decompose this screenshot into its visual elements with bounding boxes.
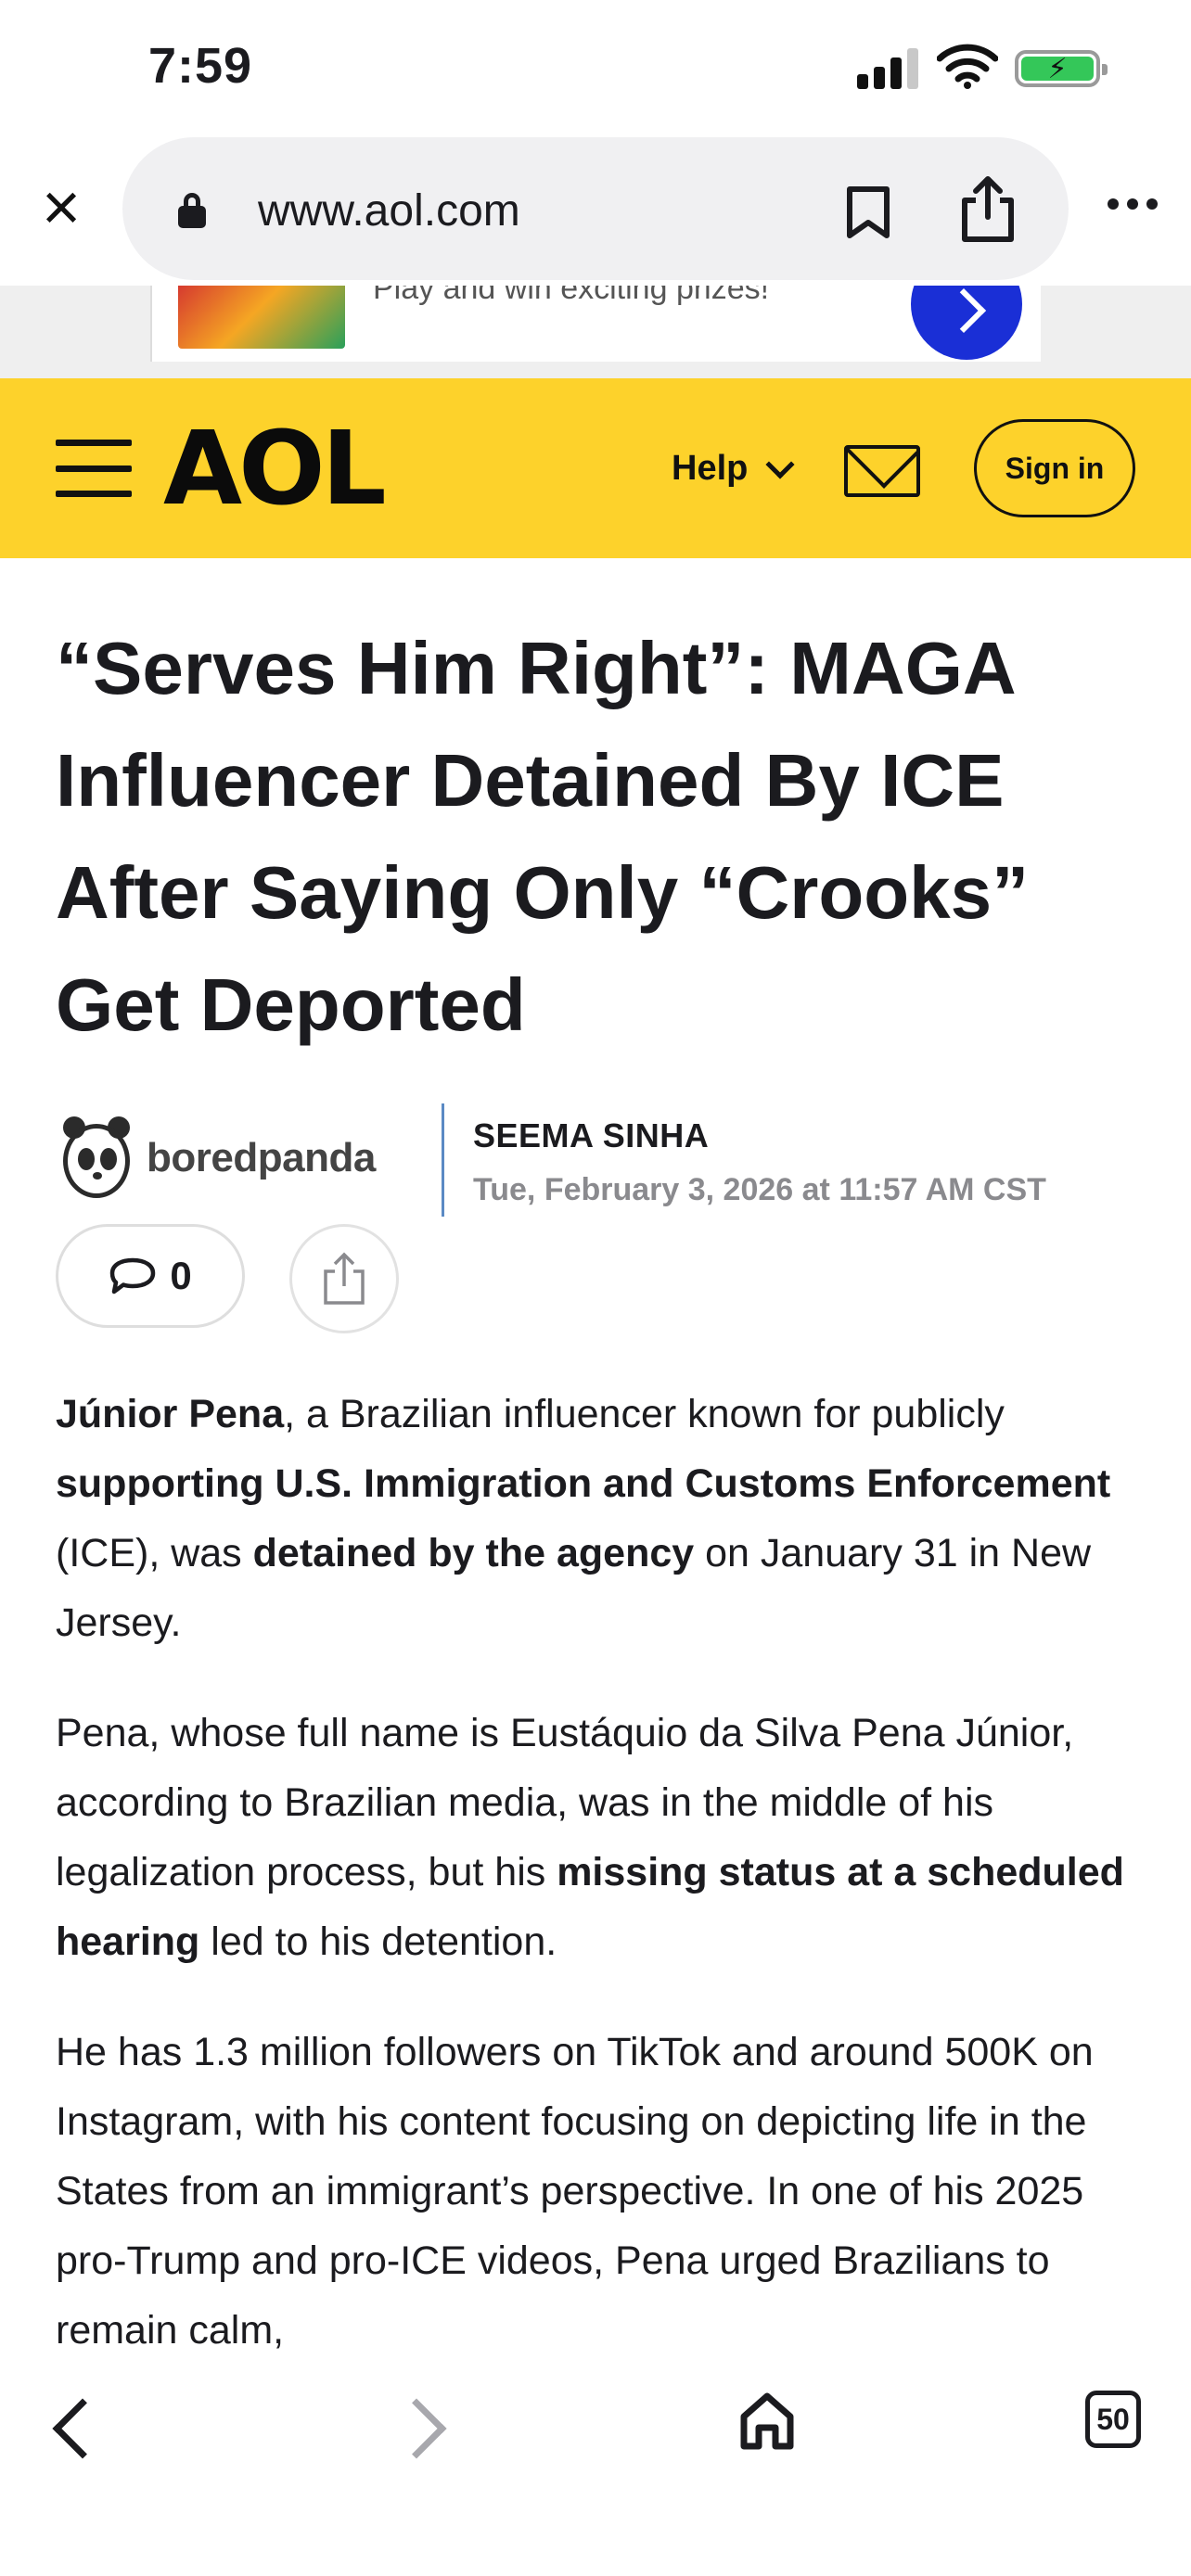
url-text[interactable]: www.aol.com	[258, 185, 520, 236]
chevron-down-icon[interactable]	[765, 450, 795, 479]
article-share-button[interactable]	[289, 1224, 399, 1333]
address-bar[interactable]: www.aol.com	[122, 137, 1069, 280]
status-time: 7:59	[148, 38, 253, 94]
article-headline: “Serves Him Right”: MAGA Influencer Deta…	[56, 627, 1030, 1046]
article-paragraph: Júnior Pena, a Brazilian influencer know…	[56, 1380, 1141, 1658]
ad-thumbnail[interactable]	[178, 286, 345, 349]
cellular-signal-icon	[857, 48, 922, 89]
text-run: He has 1.3 million followers on TikTok a…	[56, 2030, 1094, 2353]
battery-charging-icon: ⚡	[1015, 50, 1108, 87]
lock-icon	[178, 193, 206, 228]
wifi-icon	[937, 44, 998, 89]
author-name[interactable]: SEEMA SINHA	[473, 1116, 709, 1155]
help-menu-label[interactable]: Help	[672, 449, 748, 489]
share-icon	[324, 1252, 365, 1305]
panda-icon	[61, 1116, 132, 1198]
more-options-button[interactable]	[1100, 185, 1165, 223]
close-button[interactable]: ×	[32, 174, 91, 241]
text-run: led to his detention.	[199, 1919, 557, 1964]
ad-arrow-button[interactable]	[911, 286, 1022, 360]
text-run: , a Brazilian influencer known for publi…	[284, 1392, 1005, 1436]
comments-button[interactable]: 0	[56, 1224, 245, 1328]
home-icon[interactable]	[738, 2391, 796, 2452]
publish-date: Tue, February 3, 2026 at 11:57 AM CST	[473, 1172, 1046, 1207]
bookmark-icon[interactable]	[844, 185, 892, 239]
source-logo[interactable]: boredpanda	[61, 1113, 386, 1202]
tabs-count-button[interactable]: 50	[1085, 2391, 1141, 2448]
byline-divider	[442, 1103, 444, 1217]
browser-bottom-nav: 50	[0, 2355, 1191, 2576]
bold-text-run: Júnior Pena	[56, 1392, 285, 1436]
bold-text-run: detained by the agency	[252, 1531, 695, 1575]
comment-count: 0	[170, 1254, 192, 1297]
back-arrow-icon[interactable]	[52, 2398, 113, 2459]
text-run: (ICE), was	[56, 1531, 253, 1575]
browser-toolbar: × www.aol.com	[0, 130, 1191, 286]
article-paragraph: Pena, whose full name is Eustáquio da Si…	[56, 1699, 1141, 1977]
ad-container[interactable]: Play and win exciting prizes!	[150, 286, 1041, 362]
sign-in-button[interactable]: Sign in	[974, 419, 1135, 517]
aol-logo[interactable]: AOL	[163, 417, 387, 519]
article-paragraph: He has 1.3 million followers on TikTok a…	[56, 2018, 1141, 2366]
status-bar: 7:59 ⚡	[0, 0, 1191, 139]
comment-icon	[110, 1257, 156, 1294]
forward-arrow-icon[interactable]	[386, 2398, 447, 2459]
ad-banner[interactable]: Play and win exciting prizes!	[0, 286, 1191, 378]
bold-text-run: supporting U.S. Immigration and Customs …	[56, 1461, 1111, 1506]
site-header: AOL Help Sign in	[0, 378, 1191, 558]
ad-text[interactable]: Play and win exciting prizes!	[373, 286, 769, 307]
menu-icon[interactable]	[56, 440, 132, 497]
mail-icon[interactable]	[844, 445, 920, 497]
source-name: boredpanda	[147, 1135, 376, 1180]
share-icon[interactable]	[957, 174, 1018, 245]
